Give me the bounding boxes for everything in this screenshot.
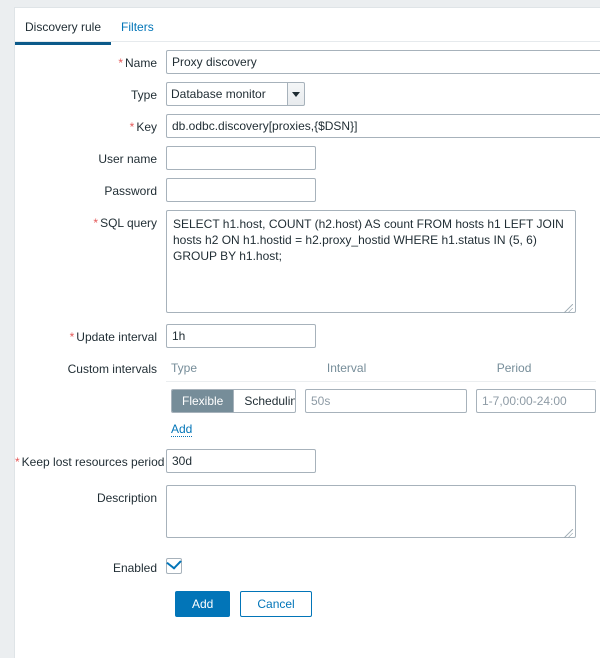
interval-type-option-flexible[interactable]: Flexible <box>172 390 234 412</box>
submit-button[interactable]: Add <box>175 591 231 617</box>
required-asterisk-keep-lost: * <box>15 455 20 469</box>
custom-intervals-header: Type Interval Period <box>166 356 596 382</box>
discovery-rule-form-window: Discovery rule Filters *Name Type <box>0 0 600 658</box>
cancel-button[interactable]: Cancel <box>240 591 312 617</box>
label-key: * Key <box>129 120 157 134</box>
field-row-user-name: User name <box>15 146 600 170</box>
required-asterisk-update-interval: * <box>69 330 75 344</box>
custom-interval-input[interactable] <box>305 389 467 413</box>
tab-bar: Discovery rule Filters <box>15 8 600 45</box>
label-enabled: Enabled <box>112 561 157 575</box>
form-panel: Discovery rule Filters *Name Type <box>14 7 600 658</box>
field-row-sql-query: * SQL query SELECT h1.host, COUNT (h2.hos… <box>15 210 600 316</box>
label-description: Description <box>96 491 157 505</box>
interval-type-toggle: Flexible Scheduling <box>171 389 296 413</box>
field-row-enabled: Enabled <box>15 555 600 577</box>
description-textarea[interactable] <box>166 485 576 538</box>
field-row-keep-lost-resources-period: * Keep lost resources period <box>15 449 600 473</box>
required-asterisk-sql-query: * <box>93 216 99 230</box>
checkmark-icon <box>166 555 182 570</box>
field-row-key: * Key <box>15 114 600 138</box>
user-name-input[interactable] <box>166 146 316 170</box>
label-password: Password <box>104 184 157 198</box>
description-wrap <box>166 485 576 541</box>
column-header-interval: Interval <box>326 361 367 375</box>
sql-query-wrap: SELECT h1.host, COUNT (h2.host) AS count… <box>166 210 576 316</box>
field-row-name: * Name <box>15 50 600 74</box>
label-name: * Name <box>118 56 157 70</box>
key-input[interactable] <box>166 114 600 138</box>
column-header-type: Type <box>171 361 198 375</box>
interval-type-option-scheduling[interactable]: Scheduling <box>233 390 295 412</box>
password-input[interactable] <box>166 178 316 202</box>
label-user-name: User name <box>98 152 157 166</box>
column-header-period: Period <box>496 361 532 375</box>
form-body: *Name Type Database monitor <box>15 38 600 617</box>
label-update-interval: * Update interval <box>69 330 157 344</box>
field-row-password: Password <box>15 178 600 202</box>
field-row-type: Type Database monitor <box>15 82 600 106</box>
required-asterisk-name: * <box>118 56 123 70</box>
label-custom-intervals: Custom intervals <box>67 362 157 376</box>
label-sql-query: * SQL query <box>93 216 157 230</box>
type-select-wrap: Database monitor <box>166 82 305 106</box>
custom-intervals-table: Type Interval Period Flexible Scheduling <box>166 356 596 437</box>
custom-period-input[interactable] <box>476 389 596 413</box>
name-input[interactable] <box>166 50 600 74</box>
custom-intervals-row: Flexible Scheduling <box>166 382 596 413</box>
form-footer: Add Cancel <box>15 591 600 617</box>
type-select[interactable]: Database monitor <box>166 82 305 106</box>
keep-lost-resources-period-input[interactable] <box>166 449 316 473</box>
field-row-custom-intervals: Custom intervals Type Interval Period Fl… <box>15 356 600 437</box>
sql-query-textarea[interactable]: SELECT h1.host, COUNT (h2.host) AS count… <box>166 210 576 313</box>
field-row-description: Description <box>15 485 600 541</box>
add-custom-interval-link[interactable]: Add <box>171 422 193 437</box>
field-row-update-interval: * Update interval <box>15 324 600 348</box>
enabled-checkbox[interactable] <box>166 555 182 574</box>
label-keep-lost-resources-period: * Keep lost resources period <box>15 455 165 469</box>
required-asterisk-key: * <box>129 120 135 134</box>
update-interval-input[interactable] <box>166 324 316 348</box>
label-type: Type <box>130 88 157 102</box>
